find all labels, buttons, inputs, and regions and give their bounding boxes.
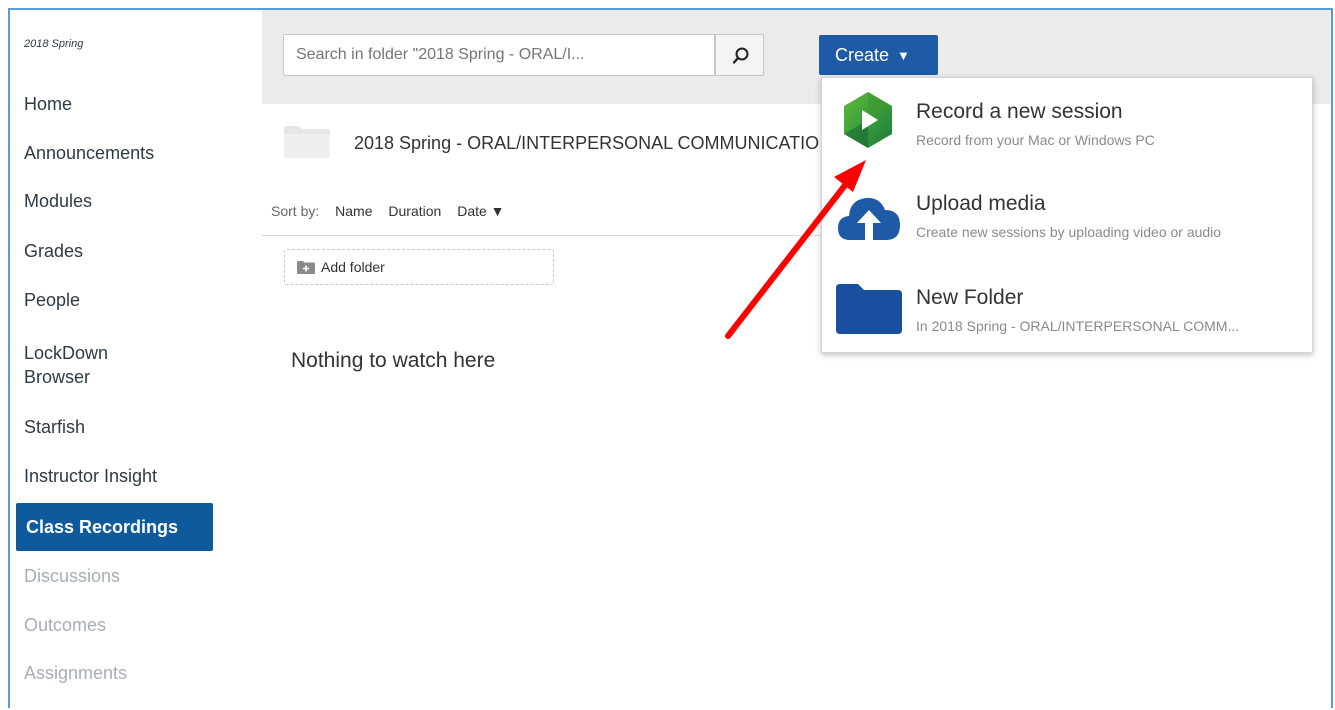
add-folder-label: Add folder [321,259,385,275]
sidebar-item-label: Browser [24,367,91,387]
course-name: 2018 Spring [24,38,84,50]
menu-item-subtitle: In 2018 Spring - ORAL/INTERPERSONAL COMM… [916,318,1240,334]
sidebar-item-home[interactable]: Home [24,92,72,116]
menu-item-record-session[interactable]: Record a new session Record from your Ma… [822,78,1312,168]
folder-icon [284,126,330,158]
empty-state-message: Nothing to watch here [291,349,496,372]
caret-down-icon: ▼ [897,48,910,63]
menu-item-new-folder[interactable]: New Folder In 2018 Spring - ORAL/INTERPE… [822,264,1312,354]
search-button[interactable] [715,34,764,76]
menu-item-title: New Folder [916,286,1024,309]
sidebar-item-modules[interactable]: Modules [24,189,92,213]
sidebar-item-starfish[interactable]: Starfish [24,415,85,439]
sidebar-item-assignments[interactable]: Assignments [24,661,127,685]
create-button-label: Create [835,45,890,65]
menu-item-title: Upload media [916,192,1046,215]
menu-item-title: Record a new session [916,100,1123,123]
menu-item-subtitle: Record from your Mac or Windows PC [916,132,1155,148]
create-menu: Record a new session Record from your Ma… [821,77,1313,353]
sort-by-name[interactable]: Name [335,203,372,219]
sidebar-item-outcomes[interactable]: Outcomes [24,613,106,637]
sort-by-date[interactable]: Date ▼ [457,203,504,219]
sort-bar: Sort by: Name Duration Date ▼ [271,203,517,219]
menu-item-subtitle: Create new sessions by uploading video o… [916,224,1222,240]
sidebar-item-discussions[interactable]: Discussions [24,564,120,588]
add-folder-button[interactable]: Add folder [284,249,554,285]
folder-title: 2018 Spring - ORAL/INTERPERSONAL COMMUNI… [354,133,820,153]
sidebar-item-label: LockDown [24,343,109,363]
sort-label: Sort by: [271,203,320,219]
folder-add-icon [297,261,315,274]
search-input[interactable] [283,34,715,76]
search-icon [732,47,749,64]
create-button[interactable]: Create ▼ [819,35,938,75]
menu-item-upload-media[interactable]: Upload media Create new sessions by uplo… [822,174,1312,264]
sidebar-item-lockdown-browser[interactable]: LockDown Browser [24,341,108,389]
sidebar-item-instructor-insight[interactable]: Instructor Insight [24,464,157,488]
sort-by-duration[interactable]: Duration [388,203,441,219]
sidebar-item-people[interactable]: People [24,288,80,312]
sidebar-item-announcements[interactable]: Announcements [24,141,154,165]
divider [262,235,822,236]
folder-icon [836,284,902,334]
cloud-upload-icon [838,197,900,240]
panopto-logo-icon [844,92,892,148]
sidebar-item-grades[interactable]: Grades [24,239,83,263]
sidebar-item-class-recordings[interactable]: Class Recordings [16,503,213,551]
